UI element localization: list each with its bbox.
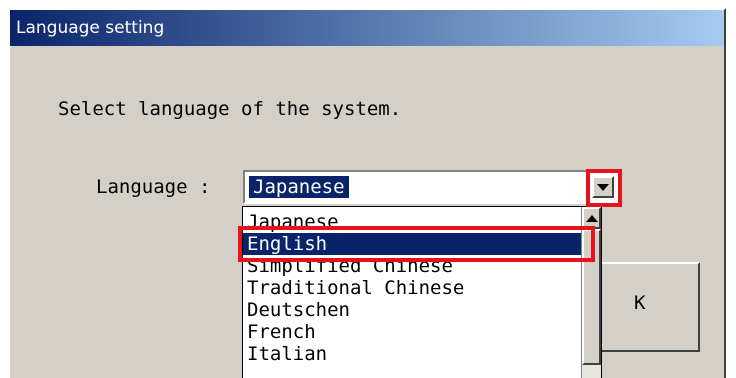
dropdown-button-highlight [586, 169, 622, 207]
ok-button-label: K [634, 292, 646, 314]
option-italian[interactable]: Italian [243, 343, 581, 365]
english-option-highlight [238, 226, 595, 262]
option-traditional-chinese[interactable]: Traditional Chinese [243, 277, 581, 299]
language-combobox[interactable]: Japanese [243, 170, 621, 204]
title-bar: Language setting [10, 10, 724, 46]
ok-button[interactable]: K [596, 262, 700, 352]
instruction-text: Select language of the system. [58, 98, 402, 120]
language-selected-value: Japanese [249, 176, 349, 198]
language-label: Language : [96, 176, 211, 198]
option-deutschen[interactable]: Deutschen [243, 299, 581, 321]
chevron-up-icon [585, 214, 598, 222]
language-setting-dialog: Language setting Select language of the … [8, 8, 726, 378]
option-french[interactable]: French [243, 321, 581, 343]
